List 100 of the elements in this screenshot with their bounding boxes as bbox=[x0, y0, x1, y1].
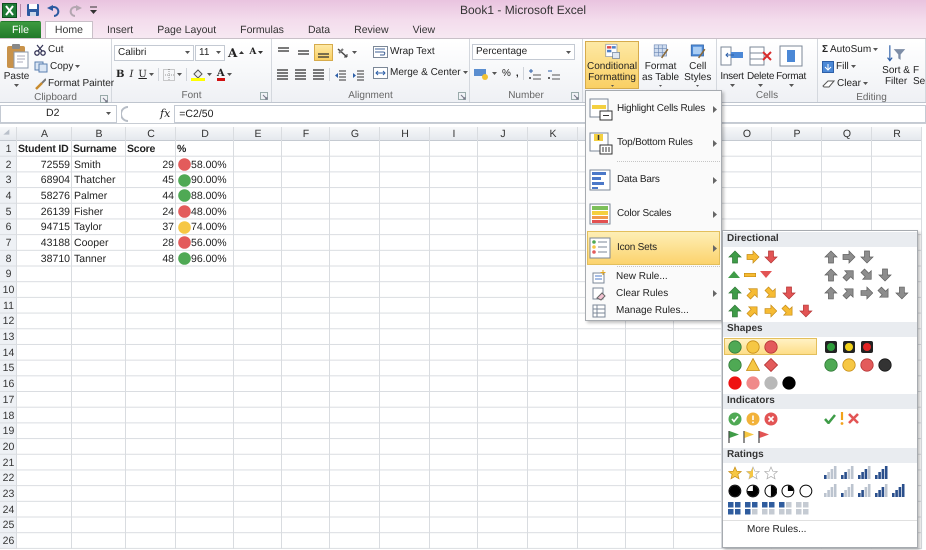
format-painter-button[interactable]: Format Painter bbox=[32, 75, 116, 92]
menu-item[interactable]: Top/Bottom Rules bbox=[587, 126, 720, 160]
column-header[interactable]: A bbox=[17, 127, 72, 141]
font-color-button[interactable]: A bbox=[214, 66, 234, 83]
sort-filter-button[interactable]: Sort & Filter bbox=[881, 41, 911, 89]
table-cell-text: Thatcher bbox=[73, 173, 116, 188]
row-header[interactable]: 22 bbox=[0, 470, 17, 486]
column-header[interactable]: Q bbox=[822, 127, 872, 141]
row-header[interactable]: 19 bbox=[0, 423, 17, 440]
row-header[interactable]: 12 bbox=[0, 314, 17, 330]
cell-styles-button[interactable]: Cell Styles bbox=[682, 41, 714, 89]
ribbon-tab[interactable]: Formulas bbox=[230, 21, 294, 38]
column-header[interactable]: B bbox=[72, 127, 126, 141]
menu-item[interactable]: Manage Rules... bbox=[587, 302, 720, 319]
borders-button[interactable] bbox=[160, 66, 184, 83]
ribbon-tab[interactable]: Review bbox=[344, 21, 399, 38]
number-format-field[interactable]: Percentage bbox=[472, 44, 575, 60]
comma-button[interactable]: , bbox=[514, 65, 521, 82]
clear-button[interactable]: Clear bbox=[820, 75, 870, 92]
row-header[interactable]: 21 bbox=[0, 454, 17, 470]
format-as-table-button[interactable]: Format as Table bbox=[640, 41, 682, 89]
delete-cells-button[interactable]: Delete bbox=[746, 41, 776, 89]
ribbon-tab[interactable]: Home bbox=[44, 21, 93, 38]
bold-button[interactable]: B bbox=[114, 66, 126, 83]
file-tab[interactable]: File bbox=[0, 21, 41, 38]
grow-font-button[interactable]: A bbox=[226, 44, 246, 61]
ribbon-tab[interactable]: Data bbox=[298, 21, 340, 38]
format-cells-button[interactable]: Format bbox=[775, 41, 807, 89]
row-header[interactable]: 14 bbox=[0, 344, 17, 361]
menu-item[interactable]: Color Scales bbox=[587, 197, 720, 231]
column-header[interactable]: K bbox=[528, 127, 578, 141]
row-header[interactable]: 9 bbox=[0, 266, 17, 282]
row-header[interactable]: 11 bbox=[0, 298, 17, 314]
find-select-button[interactable]: F Se bbox=[912, 41, 926, 89]
menu-item[interactable]: Data Bars bbox=[587, 163, 720, 197]
row-header[interactable]: 16 bbox=[0, 376, 17, 392]
underline-button[interactable]: U bbox=[136, 66, 156, 83]
column-header[interactable]: R bbox=[872, 127, 922, 141]
row-header[interactable]: 8 bbox=[0, 250, 17, 266]
row-header[interactable]: 6 bbox=[0, 219, 17, 236]
row-header[interactable]: 13 bbox=[0, 329, 17, 345]
cut-button[interactable]: Cut bbox=[32, 41, 66, 58]
ribbon-tab[interactable]: View bbox=[402, 21, 446, 38]
insert-cells-button[interactable]: Insert bbox=[718, 41, 746, 89]
percent-button[interactable]: % bbox=[500, 65, 513, 82]
more-rules-link[interactable]: More Rules... bbox=[723, 522, 806, 536]
fill-button[interactable]: Fill bbox=[820, 58, 858, 75]
row-header[interactable]: 3 bbox=[0, 172, 17, 188]
cross-icon bbox=[848, 413, 859, 424]
column-header[interactable]: G bbox=[330, 127, 380, 141]
menu-item[interactable]: New Rule... bbox=[587, 268, 720, 285]
caret-up-icon bbox=[239, 51, 244, 54]
name-box[interactable]: D2 bbox=[0, 104, 117, 122]
column-header[interactable]: J bbox=[478, 127, 528, 141]
group-label: Editing bbox=[856, 92, 887, 104]
autosum-button[interactable]: Σ AutoSum bbox=[820, 41, 880, 58]
insert-function-button[interactable]: fx bbox=[160, 106, 170, 120]
copy-button[interactable]: Copy bbox=[32, 58, 82, 75]
row-header[interactable]: 18 bbox=[0, 408, 17, 424]
row-header[interactable]: 17 bbox=[0, 392, 17, 408]
column-header[interactable]: E bbox=[234, 127, 282, 141]
table-cell-text: 26139 bbox=[40, 204, 71, 220]
row-header[interactable]: 26 bbox=[0, 533, 17, 549]
row-header[interactable]: 23 bbox=[0, 486, 17, 502]
check-circle-icon bbox=[728, 412, 742, 426]
column-header[interactable]: O bbox=[722, 127, 772, 141]
row-header[interactable]: 10 bbox=[0, 282, 17, 298]
row-header[interactable]: 24 bbox=[0, 502, 17, 518]
column-header[interactable]: C bbox=[126, 127, 176, 141]
column-header[interactable]: F bbox=[282, 127, 330, 141]
italic-button[interactable]: I bbox=[127, 66, 136, 83]
menu-item[interactable]: Icon Sets bbox=[587, 231, 720, 265]
formula-bar-handle-icon bbox=[121, 106, 129, 122]
vertical-align-button[interactable] bbox=[314, 44, 333, 61]
half-star-icon bbox=[746, 466, 760, 480]
save-button[interactable] bbox=[24, 2, 42, 18]
row-header[interactable]: 5 bbox=[0, 204, 17, 220]
menu-item[interactable]: Clear Rules bbox=[587, 285, 720, 302]
row-header[interactable]: 20 bbox=[0, 439, 17, 455]
row-header[interactable]: 7 bbox=[0, 235, 17, 251]
row-header[interactable]: 4 bbox=[0, 188, 17, 204]
row-header[interactable]: 1 bbox=[0, 141, 17, 157]
font-size-field[interactable]: 11 bbox=[195, 44, 225, 60]
table-cell-text: 37 bbox=[161, 220, 175, 236]
column-header[interactable]: I bbox=[430, 127, 478, 141]
row-header[interactable]: 25 bbox=[0, 518, 17, 534]
row-header[interactable]: 2 bbox=[0, 156, 17, 172]
group-label: Font bbox=[181, 90, 202, 102]
column-header[interactable]: D bbox=[176, 127, 234, 141]
column-header[interactable]: H bbox=[380, 127, 430, 141]
conditional-formatting-button[interactable]: Conditional Formatting bbox=[585, 41, 640, 89]
ribbon-tab[interactable]: Insert bbox=[96, 21, 144, 38]
font-name-field[interactable]: Calibri bbox=[114, 44, 194, 60]
paste-button[interactable]: Paste bbox=[2, 41, 31, 92]
wrap-text-button[interactable]: Wrap Text bbox=[371, 43, 437, 60]
ribbon-tab[interactable]: Page Layout bbox=[147, 21, 226, 38]
shrink-font-button[interactable]: A bbox=[247, 44, 266, 61]
merge-center-button[interactable]: Merge & Center bbox=[371, 64, 470, 81]
row-header[interactable]: 15 bbox=[0, 360, 17, 376]
column-header[interactable]: P bbox=[772, 127, 822, 141]
